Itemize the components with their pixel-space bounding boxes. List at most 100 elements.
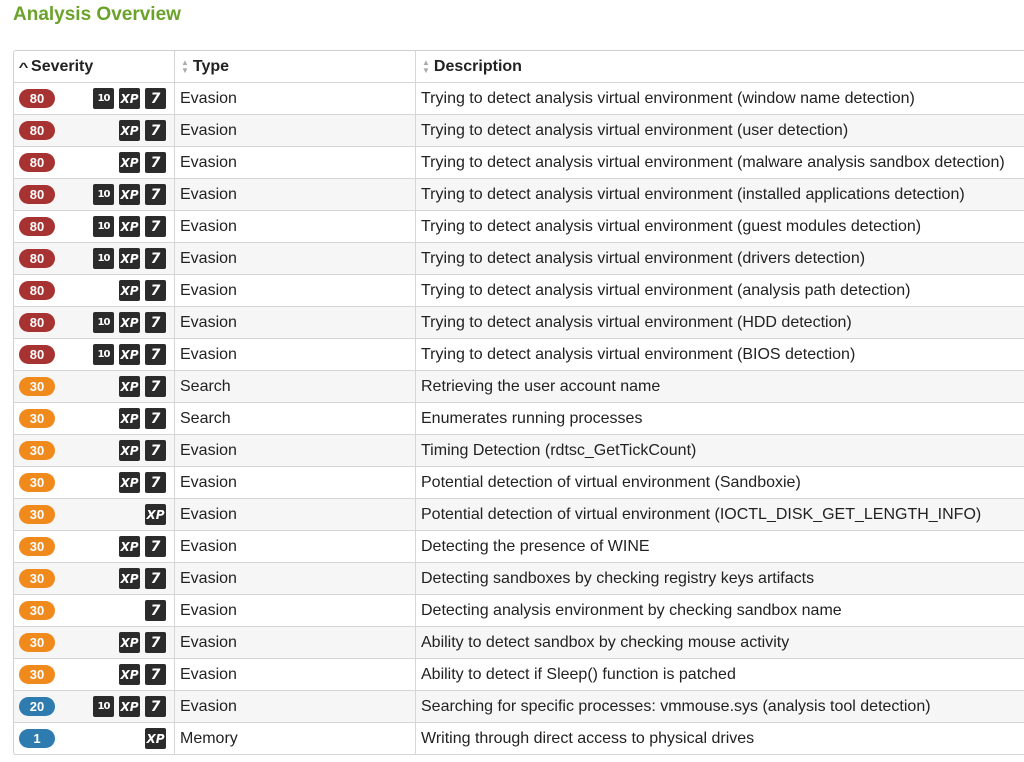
table-row[interactable]: 20 10 XP 7 Evasion Searching for specific pro… (14, 690, 1024, 723)
description-cell: Trying to detect analysis virtual enviro… (415, 178, 1024, 211)
windows-xp-icon: XP (119, 408, 140, 429)
windows-7-icon: 7 (145, 88, 166, 109)
severity-score-badge: 80 (19, 121, 55, 140)
windows-7-icon: 7 (145, 120, 166, 141)
type-cell: Evasion (174, 114, 416, 147)
type-text: Evasion (180, 601, 237, 619)
table-row[interactable]: 80 10 XP 7 Evasion Trying to detect analysis … (14, 242, 1024, 275)
windows-7-icon: 7 (145, 568, 166, 589)
table-row[interactable]: 1 XP Memory Writing through direct access t… (14, 722, 1024, 755)
windows-xp-icon: XP (119, 184, 140, 205)
table-row[interactable]: 30 XP 7 Evasion Detecting the presence of WI… (14, 530, 1024, 563)
table-row[interactable]: 30 XP 7 Evasion Timing Detection (rdtsc_GetT… (14, 434, 1024, 467)
os-icons: XP 7 (119, 536, 166, 557)
windows-7-icon: 7 (145, 216, 166, 237)
severity-score-badge: 30 (19, 505, 55, 524)
windows-7-icon: 7 (145, 152, 166, 173)
sort-icon[interactable]: ▲ ▼ (422, 58, 430, 75)
description-text: Timing Detection (rdtsc_GetTickCount) (421, 441, 697, 459)
severity-score-badge: 30 (19, 633, 55, 652)
severity-score-badge: 1 (19, 729, 55, 748)
os-icons: XP 7 (119, 664, 166, 685)
description-cell: Trying to detect analysis virtual enviro… (415, 210, 1024, 243)
table-row[interactable]: 30 XP 7 Search Retrieving the user account n… (14, 370, 1024, 403)
severity-cell: 80 10 XP 7 (14, 178, 175, 211)
windows-xp-icon: XP (119, 280, 140, 301)
severity-cell: 80 XP 7 (14, 146, 175, 179)
table-row[interactable]: 80 XP 7 Evasion Trying to detect analysis vi… (14, 274, 1024, 307)
table-row[interactable]: 30 XP Evasion Potential detection of virtua… (14, 498, 1024, 531)
table-row[interactable]: 80 10 XP 7 Evasion Trying to detect analysis … (14, 306, 1024, 339)
description-text: Trying to detect analysis virtual enviro… (421, 313, 852, 331)
type-cell: Evasion (174, 498, 416, 531)
description-cell: Detecting the presence of WINE (415, 530, 1024, 563)
severity-score-badge: 80 (19, 153, 55, 172)
table-row[interactable]: 80 10 XP 7 Evasion Trying to detect analysis … (14, 82, 1024, 115)
description-text: Trying to detect analysis virtual enviro… (421, 345, 856, 363)
windows-10-icon: 10 (93, 88, 114, 109)
table-row[interactable]: 30 XP 7 Evasion Detecting sandboxes by check… (14, 562, 1024, 595)
description-cell: Enumerates running processes (415, 402, 1024, 435)
windows-10-icon: 10 (93, 184, 114, 205)
severity-cell: 80 10 XP 7 (14, 306, 175, 339)
table-row[interactable]: 80 XP 7 Evasion Trying to detect analysis vi… (14, 146, 1024, 179)
description-column-header[interactable]: ▲ ▼ Description (415, 51, 1024, 83)
behavior-table: ^ Severity ▲ ▼ Type ▲ ▼ Description 80 1… (13, 50, 1024, 755)
table-row[interactable]: 80 10 XP 7 Evasion Trying to detect analysis … (14, 338, 1024, 371)
type-text: Evasion (180, 121, 237, 139)
windows-xp-icon: XP (119, 216, 140, 237)
type-cell: Evasion (174, 210, 416, 243)
description-text: Detecting the presence of WINE (421, 537, 650, 555)
os-icons: XP 7 (119, 632, 166, 653)
type-column-header[interactable]: ▲ ▼ Type (174, 51, 416, 83)
description-cell: Retrieving the user account name (415, 370, 1024, 403)
windows-7-icon: 7 (145, 472, 166, 493)
windows-10-icon: 10 (93, 344, 114, 365)
windows-7-icon: 7 (145, 600, 166, 621)
table-row[interactable]: 30 XP 7 Search Enumerates running processes (14, 402, 1024, 435)
table-row[interactable]: 30 XP 7 Evasion Ability to detect sandbox by… (14, 626, 1024, 659)
severity-cell: 30 XP 7 (14, 402, 175, 435)
description-cell: Writing through direct access to physica… (415, 722, 1024, 755)
type-header-label: Type (192, 57, 230, 75)
description-cell: Trying to detect analysis virtual enviro… (415, 338, 1024, 371)
description-text: Trying to detect analysis virtual enviro… (421, 249, 866, 267)
severity-cell: 30 XP 7 (14, 434, 175, 467)
os-icons: XP 7 (119, 376, 166, 397)
os-icons: XP 7 (119, 568, 166, 589)
severity-score-badge: 30 (19, 569, 55, 588)
chevron-up-icon[interactable]: ^ (19, 61, 29, 73)
table-row[interactable]: 80 10 XP 7 Evasion Trying to detect analysis … (14, 178, 1024, 211)
description-cell: Ability to detect if Sleep() function is… (415, 658, 1024, 691)
description-text: Trying to detect analysis virtual enviro… (421, 121, 849, 139)
severity-score-badge: 80 (19, 249, 55, 268)
severity-header-label: Severity (31, 57, 94, 75)
severity-score-badge: 80 (19, 217, 55, 236)
os-icons: 10 XP 7 (93, 184, 166, 205)
os-icons: 10 XP 7 (93, 216, 166, 237)
description-cell: Trying to detect analysis virtual enviro… (415, 146, 1024, 179)
type-cell: Evasion (174, 594, 416, 627)
type-cell: Evasion (174, 562, 416, 595)
table-row[interactable]: 80 XP 7 Evasion Trying to detect analysis vi… (14, 114, 1024, 147)
severity-column-header[interactable]: ^ Severity (14, 51, 175, 83)
table-row[interactable]: 30 XP 7 Evasion Potential detection of virtu… (14, 466, 1024, 499)
severity-cell: 80 XP 7 (14, 274, 175, 307)
description-text: Detecting analysis environment by checki… (421, 601, 842, 619)
type-text: Evasion (180, 473, 237, 491)
table-row[interactable]: 30 XP 7 Evasion Ability to detect if Sleep()… (14, 658, 1024, 691)
severity-cell: 20 10 XP 7 (14, 690, 175, 723)
type-text: Evasion (180, 89, 237, 107)
severity-cell: 30 XP 7 (14, 466, 175, 499)
windows-xp-icon: XP (119, 152, 140, 173)
type-cell: Evasion (174, 178, 416, 211)
table-row[interactable]: 80 10 XP 7 Evasion Trying to detect analysis … (14, 210, 1024, 243)
severity-cell: 30 XP 7 (14, 530, 175, 563)
description-cell: Detecting analysis environment by checki… (415, 594, 1024, 627)
sort-icon[interactable]: ▲ ▼ (181, 58, 189, 75)
windows-xp-icon: XP (145, 728, 166, 749)
severity-cell: 80 10 XP 7 (14, 82, 175, 115)
description-text: Detecting sandboxes by checking registry… (421, 569, 815, 587)
table-row[interactable]: 30 7 Evasion Detecting analysis environment… (14, 594, 1024, 627)
windows-7-icon: 7 (145, 440, 166, 461)
